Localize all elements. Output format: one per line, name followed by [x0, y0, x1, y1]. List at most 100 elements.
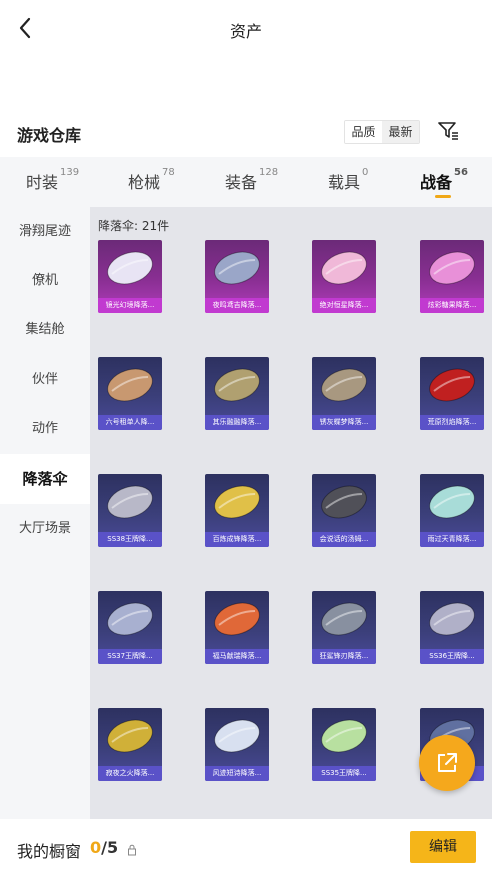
parachute-name: SS35王牌降... [321, 769, 367, 777]
tab-count: 78 [162, 167, 175, 178]
parachute-image [429, 485, 475, 519]
section-header: 游戏仓库 品质 最新 [0, 112, 492, 152]
tab-equipment[interactable]: 装备128 [225, 167, 279, 193]
showcase-used: 0 [90, 838, 102, 857]
parachute-card[interactable]: SS35王牌降... [312, 708, 376, 781]
tab-fashion[interactable]: 时装139 [26, 167, 80, 193]
parachute-image [321, 719, 367, 753]
parachute-name: 炫彩糖果降落... [427, 301, 477, 309]
parachute-card[interactable]: 风迹短诗降落... [205, 708, 269, 781]
tab-vehicles[interactable]: 载具0 [328, 167, 369, 193]
edit-button[interactable]: 编辑 [410, 831, 476, 863]
parachute-card[interactable]: 其乐融融降落... [205, 357, 269, 430]
parachute-image [429, 602, 475, 636]
parachute-name: 六号租单人降... [105, 418, 155, 426]
tab-label: 装备 [225, 173, 258, 192]
parachute-card[interactable]: 夜鸣鸢吉降落... [205, 240, 269, 313]
top-bar: 资产 [0, 0, 492, 58]
sort-quality-button[interactable]: 品质 [345, 121, 382, 143]
parachute-card[interactable]: 雨过天青降落... [420, 474, 484, 547]
parachute-image [107, 368, 153, 402]
sidebar-item-glide-trail[interactable]: 滑翔尾迹 [0, 207, 90, 257]
sidebar-item-partner[interactable]: 伙伴 [0, 355, 90, 405]
parachute-name: 百炼成锋降落... [212, 535, 262, 543]
lock-icon [127, 841, 137, 856]
parachute-card[interactable]: 炫彩糖果降落... [420, 240, 484, 313]
parachute-card[interactable]: 荒原烈焰降落... [420, 357, 484, 430]
parachute-image [214, 485, 260, 519]
parachute-card[interactable]: 寂夜之火降落... [98, 708, 162, 781]
parachute-card[interactable]: SS36王牌降... [420, 591, 484, 664]
parachute-card[interactable]: SS37王牌降... [98, 591, 162, 664]
subcategory-sidebar: 滑翔尾迹 僚机 集结舱 伙伴 动作 降落伞 大厅场景 [0, 207, 90, 819]
parachute-image [107, 719, 153, 753]
tab-count: 56 [454, 167, 468, 178]
parachute-name: 镜光幻境降落... [105, 301, 155, 309]
parachute-image [214, 251, 260, 285]
parachute-image [214, 368, 260, 402]
filter-icon[interactable] [436, 118, 460, 142]
sidebar-item-emote[interactable]: 动作 [0, 404, 90, 454]
showcase-label: 我的橱窗 [17, 842, 82, 861]
parachute-image [321, 251, 367, 285]
parachute-name: 荒原烈焰降落... [427, 418, 477, 426]
showcase-total: /5 [101, 838, 119, 857]
parachute-name: 风迹短诗降落... [212, 769, 262, 777]
tab-count: 128 [259, 167, 279, 178]
parachute-card[interactable]: 福马献瑞降落... [205, 591, 269, 664]
sidebar-item-wingman[interactable]: 僚机 [0, 256, 90, 306]
parachute-card[interactable]: 百炼成锋降落... [205, 474, 269, 547]
parachute-card[interactable]: 镜光幻境降落... [98, 240, 162, 313]
parachute-name: 福马献瑞降落... [212, 652, 262, 660]
category-count-label: 降落伞: 21件 [98, 219, 170, 233]
parachute-image [429, 368, 475, 402]
showcase-bar: 我的橱窗 0/5 编辑 [0, 819, 492, 876]
tab-count: 0 [362, 167, 369, 178]
parachute-image [107, 602, 153, 636]
sidebar-item-parachute[interactable]: 降落伞 [0, 454, 90, 504]
parachute-name: 雨过天青降落... [427, 535, 477, 543]
section-title: 游戏仓库 [17, 126, 82, 145]
tab-label: 战备 [420, 173, 453, 192]
parachute-name: 绝对恒星降落... [319, 301, 369, 309]
parachute-card[interactable]: SS38王牌降... [98, 474, 162, 547]
parachute-image [214, 719, 260, 753]
parachute-card[interactable]: 锈灰蝶梦降落... [312, 357, 376, 430]
page-title: 资产 [229, 22, 262, 41]
tab-label: 时装 [26, 173, 59, 192]
parachute-card[interactable]: 绝对恒星降落... [312, 240, 376, 313]
parachute-image [214, 602, 260, 636]
parachute-card[interactable]: 狂鲨锋刃降落... [312, 591, 376, 664]
category-tabs: 时装139 枪械78 装备128 载具0 战备56 [0, 157, 492, 207]
parachute-name: 锈灰蝶梦降落... [319, 418, 369, 426]
parachute-name: 寂夜之火降落... [105, 769, 155, 777]
sort-toggle: 品质 最新 [344, 120, 420, 144]
parachute-image [321, 602, 367, 636]
showcase-count: 0/5 [90, 838, 118, 857]
parachute-name: 狂鲨锋刃降落... [319, 652, 369, 660]
parachute-name: SS36王牌降... [429, 652, 475, 660]
tab-count: 139 [60, 167, 80, 178]
tab-guns[interactable]: 枪械78 [128, 167, 175, 193]
active-tab-indicator [435, 195, 451, 198]
parachute-name: 其乐融融降落... [212, 418, 262, 426]
external-link-icon [438, 753, 457, 772]
parachute-image [107, 485, 153, 519]
sort-latest-button[interactable]: 最新 [382, 121, 419, 143]
parachute-name: SS38王牌降... [107, 535, 153, 543]
tab-battle-gear[interactable]: 战备56 [420, 167, 468, 193]
parachute-name: 会说话的汤姆... [319, 535, 369, 543]
parachute-card[interactable]: 六号租单人降... [98, 357, 162, 430]
parachute-name: 夜鸣鸢吉降落... [212, 301, 262, 309]
parachute-image [321, 485, 367, 519]
parachute-name: SS37王牌降... [107, 652, 153, 660]
tab-label: 枪械 [128, 173, 161, 192]
sidebar-item-lobby-scene[interactable]: 大厅场景 [0, 504, 90, 554]
sidebar-item-rally-pod[interactable]: 集结舱 [0, 305, 90, 355]
item-grid-panel: 降落伞: 21件 镜光幻境降落... 夜鸣鸢吉降落... 绝对恒星降落... 炫彩糖果… [90, 207, 492, 819]
share-button[interactable] [419, 735, 475, 791]
tab-label: 载具 [328, 173, 361, 192]
parachute-image [429, 251, 475, 285]
parachute-image [107, 251, 153, 285]
parachute-card[interactable]: 会说话的汤姆... [312, 474, 376, 547]
